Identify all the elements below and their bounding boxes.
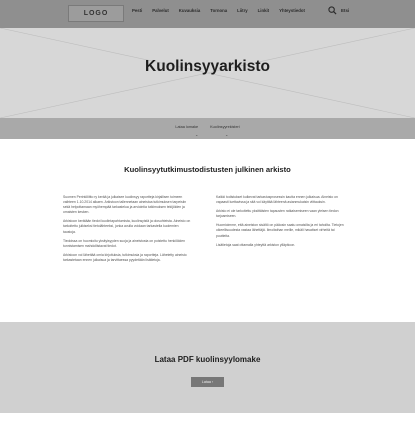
nav-item-tornona[interactable]: Tornona [210, 8, 227, 13]
paragraph: Arkistoon voi lähettää omia kirjoituksia… [63, 252, 187, 262]
sub-navigation: Lataa lomake Kuolinsyyrekisteri ⌄ ⌄ [0, 118, 415, 139]
search[interactable]: Etsi [328, 6, 349, 15]
section-heading: Kuolinsyytutkimustodistusten julkinen ar… [124, 165, 291, 174]
hero-banner: Kuolinsyyarkisto [0, 28, 415, 118]
paragraph: Lisätietoja saat ottamalla yhteyttä arki… [216, 242, 296, 247]
page-title: Kuolinsyyarkisto [145, 58, 270, 75]
paragraph: Arkistoon kerätään tiedot kuolintapahtum… [63, 219, 191, 234]
paragraph: Huomioimme, että aineiston sisältö on pä… [216, 223, 344, 238]
search-label[interactable]: Etsi [341, 8, 349, 13]
chevron-down-icon: ⌄ [195, 132, 199, 137]
text-column-left: Suomen Perintöliitto ry kerää ja julkais… [63, 195, 191, 267]
download-button[interactable]: Lataa › [191, 377, 224, 387]
subnav-link-kuolinsyyrekisteri[interactable]: Kuolinsyyrekisteri [210, 125, 240, 129]
nav-item-yhteystiedot[interactable]: Yhteystiedot [279, 8, 305, 13]
download-heading: Lataa PDF kuolinsyylomake [154, 355, 261, 364]
nav-item-pesti[interactable]: Pesti [132, 8, 142, 13]
paragraph: Tiedoissa on huomioitu yksityisyyden suo… [63, 238, 186, 248]
nav-item-linkit[interactable]: Linkit [258, 8, 269, 13]
search-icon[interactable] [328, 6, 337, 15]
page-bottom [0, 413, 415, 426]
paragraph: Kaikki todistukset kulkevat tarkastuspro… [216, 195, 338, 205]
nav-item-liitry[interactable]: Liitry [237, 8, 248, 13]
paragraph: Arkisto ei ole tarkoitettu yksittäisten … [216, 209, 339, 219]
logo[interactable]: LOGO [68, 5, 124, 22]
chevron-down-icon: ⌄ [225, 132, 229, 137]
download-section: Lataa PDF kuolinsyylomake Lataa › [0, 322, 415, 413]
top-navigation-bar: LOGO Pesti Palvelut Kuvauksia Tornona Li… [0, 0, 415, 28]
text-column-right: Kaikki todistukset kulkevat tarkastuspro… [216, 195, 344, 252]
nav-item-palvelut[interactable]: Palvelut [152, 8, 168, 13]
nav-item-kuvauksia[interactable]: Kuvauksia [179, 8, 201, 13]
paragraph: Suomen Perintöliitto ry kerää ja julkais… [63, 195, 187, 215]
subnav-link-lataa-lomake[interactable]: Lataa lomake [175, 125, 198, 129]
main-nav: Pesti Palvelut Kuvauksia Tornona Liitry … [132, 8, 305, 13]
